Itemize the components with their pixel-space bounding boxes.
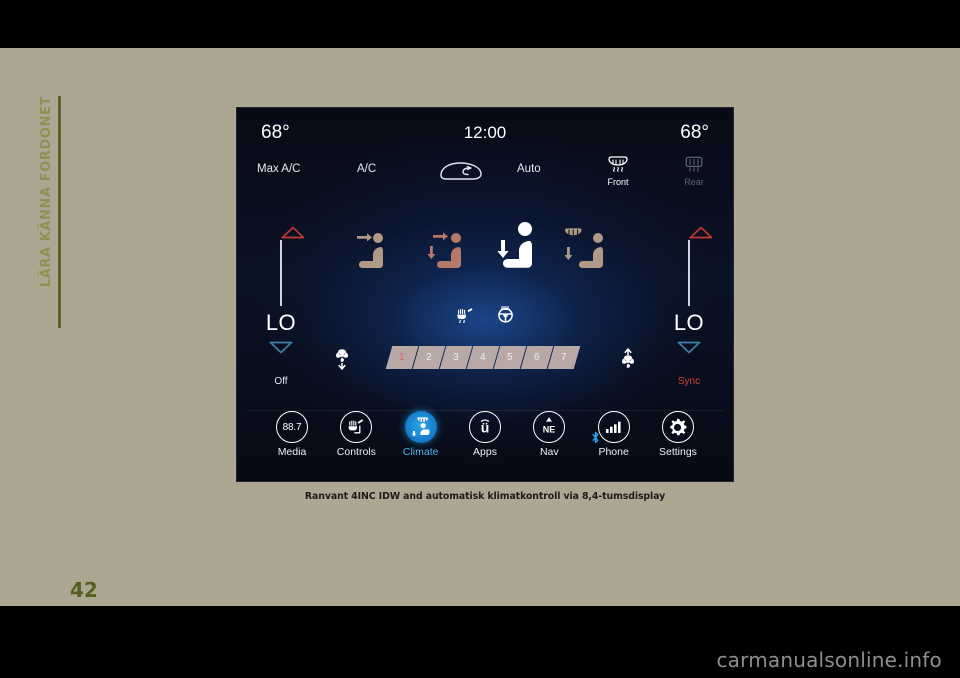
uconnect-display[interactable]: 68° 12:00 68° Max A/C A/C Auto Front Rea…	[236, 107, 734, 482]
climate-icon	[404, 411, 437, 443]
nav-label-controls: Controls	[336, 446, 376, 458]
airflow-floor[interactable]	[493, 218, 547, 281]
temp-level-bar-right	[688, 240, 690, 306]
radio-frequency-icon: 88.7	[276, 411, 308, 443]
radio-frequency-value: 88.7	[282, 421, 302, 433]
nav-label-media: Media	[277, 446, 307, 458]
svg-text:NE: NE	[543, 424, 556, 434]
rear-defrost-button[interactable]: Rear	[671, 155, 717, 187]
clock: 12:00	[463, 123, 507, 142]
heated-steering-wheel-icon[interactable]	[497, 305, 514, 328]
airflow-face-floor[interactable]	[423, 226, 473, 279]
recirculation-icon[interactable]	[437, 160, 485, 187]
nav-item-phone[interactable]: Phone	[583, 411, 645, 473]
nav-label-settings: Settings	[658, 446, 697, 458]
rear-defrost-icon	[685, 156, 703, 172]
nav-label-phone: Phone	[598, 446, 629, 458]
compass-nav-icon: NE	[533, 411, 566, 443]
sync-label[interactable]: Sync	[650, 376, 728, 387]
heated-controls-group	[237, 305, 733, 328]
uconnect-apps-icon: ü	[468, 411, 501, 443]
page-top-margin	[0, 0, 960, 48]
side-tab-label: LÄRA KÄNNA FORDONET	[38, 96, 54, 288]
fan-speed-slider[interactable]: 1 2 3 4 5 6 7	[385, 346, 581, 369]
passenger-temperature-readout: 68°	[680, 122, 709, 143]
front-defrost-icon	[608, 156, 628, 172]
chapter-side-tab: LÄRA KÄNNA FORDONET	[24, 96, 68, 328]
nav-item-apps[interactable]: ü Apps	[454, 411, 516, 473]
nav-item-controls[interactable]: Controls	[325, 411, 387, 473]
nav-label-nav: Nav	[539, 446, 559, 458]
airflow-face[interactable]	[351, 226, 395, 277]
fan-speed-row: 1 2 3 4 5 6 7	[237, 346, 733, 372]
gear-icon	[661, 411, 694, 443]
nav-label-climate: Climate	[402, 446, 439, 458]
heated-seat-icon[interactable]	[456, 307, 474, 328]
temp-up-left[interactable]	[270, 226, 305, 239]
main-navigation-bar: 88.7 Media Controls Climate ü Apps NE Na…	[237, 411, 733, 473]
page-number: 42	[70, 578, 98, 602]
ac-button[interactable]: A/C	[357, 163, 376, 175]
airflow-mode-group	[351, 222, 621, 288]
airflow-floor-defrost[interactable]	[563, 226, 615, 279]
front-defrost-label: Front	[607, 177, 629, 187]
max-ac-button[interactable]: Max A/C	[257, 163, 300, 175]
nav-item-settings[interactable]: Settings	[647, 411, 709, 473]
controls-icon	[340, 411, 373, 443]
fan-decrease[interactable]	[333, 347, 351, 376]
climate-top-controls: Max A/C A/C Auto Front Rear	[237, 156, 733, 190]
figure-caption: Ranvant 4INC IDW and automatisk klimatko…	[304, 491, 666, 502]
temp-level-bar-left	[280, 240, 282, 306]
auto-button[interactable]: Auto	[517, 163, 541, 175]
nav-item-nav[interactable]: NE Nav	[518, 411, 580, 473]
front-defrost-button[interactable]: Front	[595, 155, 641, 187]
svg-text:ü: ü	[481, 420, 490, 436]
site-watermark: carmanualsonline.info	[716, 648, 942, 672]
manual-page: LÄRA KÄNNA FORDONET 42 carmanualsonline.…	[0, 0, 960, 678]
temp-up-right[interactable]	[678, 226, 713, 239]
signal-bars-icon	[592, 411, 630, 444]
nav-item-media[interactable]: 88.7 Media	[261, 411, 323, 473]
nav-item-climate[interactable]: Climate	[390, 411, 452, 473]
climate-power-label[interactable]: Off	[242, 376, 320, 387]
fan-increase[interactable]	[619, 347, 637, 376]
bluetooth-icon	[592, 431, 599, 444]
rear-defrost-label: Rear	[684, 177, 704, 187]
fan-segment[interactable]: 7	[547, 346, 581, 369]
nav-label-apps: Apps	[473, 446, 497, 458]
